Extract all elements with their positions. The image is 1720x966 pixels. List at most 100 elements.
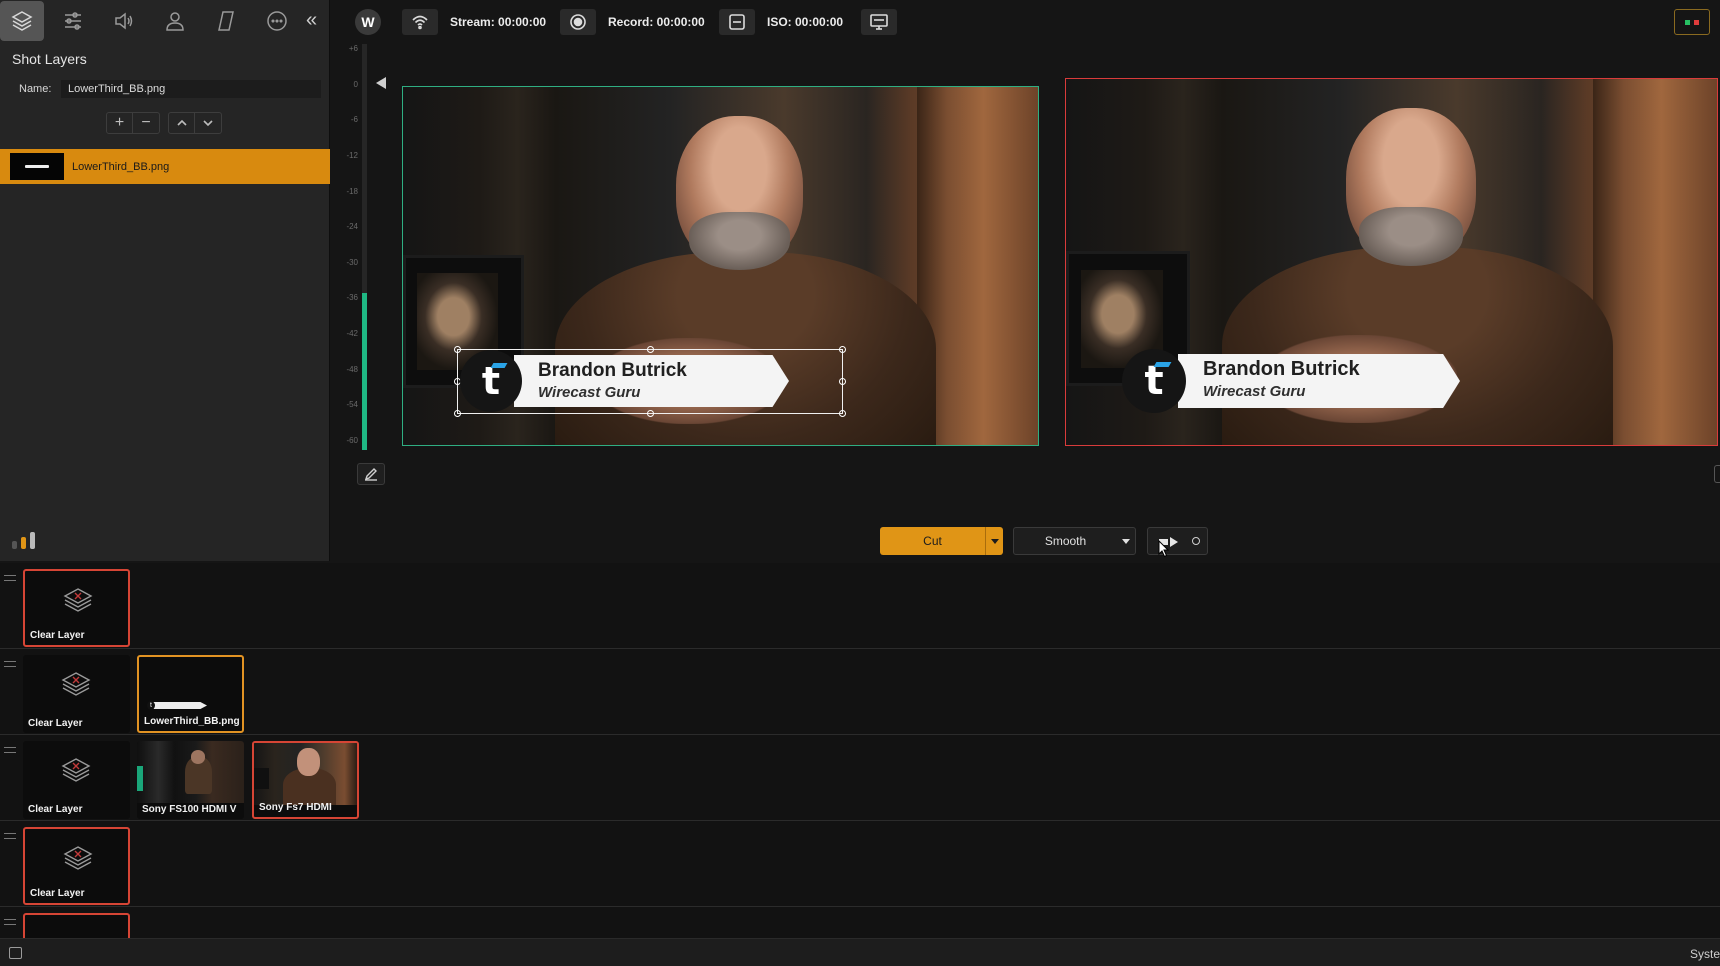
- lower-third-role: Wirecast Guru: [1203, 383, 1306, 400]
- audio-meter-tick: -36: [346, 293, 358, 302]
- record-button[interactable]: [560, 9, 596, 35]
- transform-tab[interactable]: [204, 1, 248, 41]
- panel-title: Shot Layers: [12, 51, 87, 67]
- shot-label: Clear Layer: [28, 804, 83, 815]
- mini-audio-meter: [12, 532, 35, 549]
- shot-thumbnail[interactable]: [23, 913, 130, 938]
- logo-accent: [1153, 362, 1172, 367]
- smooth-dropdown-button[interactable]: [1117, 538, 1135, 544]
- move-up-button[interactable]: [169, 113, 195, 133]
- audio-meter-tick: +6: [348, 44, 358, 53]
- smooth-transition-button[interactable]: Smooth: [1013, 527, 1136, 555]
- output-button[interactable]: [861, 9, 897, 35]
- name-label: Name:: [19, 83, 52, 95]
- layers-icon: [11, 11, 33, 31]
- go-indicator-dot: [1192, 537, 1200, 545]
- stream-button[interactable]: [402, 9, 438, 35]
- shot-layer-row: Clear Layer Sony FS100 HDMI V Sony Fs7 HDM…: [0, 735, 1720, 821]
- resize-handle-top-right[interactable]: [839, 346, 846, 353]
- status-dot-red: [1694, 19, 1699, 25]
- shot-layers-grid: Clear Layer Clear Layer t LowerThird_BB.png…: [0, 563, 1720, 938]
- shot-thumbnail[interactable]: t LowerThird_BB.png: [137, 655, 244, 733]
- cut-transition-button[interactable]: Cut: [880, 527, 1003, 555]
- status-dot-green: [1685, 19, 1690, 25]
- layers-tab[interactable]: [0, 1, 44, 41]
- layer-controls: + −: [106, 112, 230, 134]
- audio-meter-pointer-icon[interactable]: [376, 77, 386, 89]
- shot-thumbnail[interactable]: Clear Layer: [23, 569, 130, 647]
- speaker-icon: [115, 12, 133, 30]
- iso-rec-icon: [729, 14, 745, 30]
- clear-layer-icon: [60, 669, 92, 699]
- drag-handle-icon[interactable]: [4, 833, 16, 839]
- record-icon: [570, 14, 586, 30]
- stream-timer: Stream: 00:00:00: [450, 15, 547, 29]
- drag-handle-icon[interactable]: [4, 575, 16, 581]
- cut-dropdown-button[interactable]: [985, 527, 1003, 555]
- chevron-down-icon: [990, 538, 999, 544]
- audio-meter-tick: -6: [350, 115, 358, 124]
- go-button[interactable]: [1147, 527, 1208, 555]
- logo-accent: [490, 363, 508, 368]
- layout-status-indicator[interactable]: [1674, 9, 1710, 35]
- drag-handle-icon[interactable]: [4, 747, 16, 753]
- layer-list-item-label: LowerThird_BB.png: [72, 160, 170, 173]
- audio-tab[interactable]: [102, 1, 146, 41]
- audio-meter-tick: -48: [346, 365, 358, 374]
- mouse-cursor-icon: [1158, 540, 1170, 558]
- drag-handle-icon[interactable]: [4, 661, 16, 667]
- bottom-status-bar: Syste: [0, 938, 1720, 966]
- presenter-beard: [1358, 207, 1464, 266]
- resize-handle-top[interactable]: [647, 346, 654, 353]
- system-status-text: Syste: [1689, 947, 1720, 961]
- more-tab[interactable]: [255, 1, 299, 41]
- edit-mode-button[interactable]: [357, 463, 385, 485]
- lower-third-name: Brandon Butrick: [1203, 358, 1360, 380]
- move-group: [168, 112, 222, 134]
- shot-thumbnail[interactable]: Clear Layer: [23, 741, 130, 819]
- shot-layers-panel: « Shot Layers Name: + − LowerThird_BB.pn…: [0, 0, 330, 561]
- live-panel-edge-handle[interactable]: [1714, 465, 1720, 483]
- shot-label: LowerThird_BB.png: [144, 716, 240, 727]
- guest-tab[interactable]: [153, 1, 197, 41]
- shot-thumbnail[interactable]: Sony FS100 HDMI V: [137, 741, 244, 819]
- move-down-button[interactable]: [195, 113, 221, 133]
- shot-label: Clear Layer: [30, 888, 85, 899]
- audio-meter-level: [362, 293, 367, 450]
- layer-name-field[interactable]: [61, 80, 321, 98]
- camera-thumbnail-image: [137, 741, 244, 803]
- shot-thumbnail[interactable]: Sony Fs7 HDMI: [252, 741, 359, 819]
- layer-list-item-selected[interactable]: LowerThird_BB.png: [0, 149, 330, 184]
- resize-handle-right[interactable]: [839, 378, 846, 385]
- shot-thumbnail[interactable]: Clear Layer: [23, 655, 130, 733]
- live-monitor[interactable]: t Brandon Butrick Wirecast Guru: [1065, 78, 1718, 446]
- shot-label: Sony FS100 HDMI V: [142, 804, 237, 815]
- record-timer: Record: 00:00:00: [608, 15, 705, 29]
- calendar-icon[interactable]: [9, 947, 22, 959]
- more-icon: [267, 11, 287, 31]
- output-control: [861, 9, 897, 35]
- audio-meter-scale: +6 0 -6 -12 -18 -24 -30 -36 -42 -48 -54 -60: [336, 44, 358, 454]
- audio-meter: +6 0 -6 -12 -18 -24 -30 -36 -42 -48 -54 -60: [336, 44, 370, 454]
- iso-record-button[interactable]: [719, 9, 755, 35]
- stream-control: Stream: 00:00:00: [402, 9, 546, 35]
- audio-meter-tick: -24: [346, 222, 358, 231]
- add-layer-button[interactable]: +: [107, 113, 133, 133]
- audio-meter-tick: -42: [346, 329, 358, 338]
- remove-layer-button[interactable]: −: [133, 113, 159, 133]
- parallelogram-icon: [218, 11, 234, 31]
- shot-thumbnail[interactable]: Clear Layer: [23, 827, 130, 905]
- wirecast-app: « Shot Layers Name: + − LowerThird_BB.pn…: [0, 0, 1720, 966]
- drag-handle-icon[interactable]: [4, 919, 16, 925]
- resize-handle-bottom-right[interactable]: [839, 410, 846, 417]
- resize-handle-bottom-left[interactable]: [454, 410, 461, 417]
- properties-tab[interactable]: [51, 1, 95, 41]
- smooth-transition-label: Smooth: [1044, 534, 1087, 548]
- resize-handle-top-left[interactable]: [454, 346, 461, 353]
- shot-layer-row: Clear Layer: [0, 563, 1720, 649]
- chevron-down-icon: [203, 120, 213, 127]
- audio-meter-tick: -12: [346, 151, 358, 160]
- collapse-panel-button[interactable]: «: [306, 10, 326, 32]
- resize-handle-bottom[interactable]: [647, 410, 654, 417]
- person-icon: [166, 12, 184, 31]
